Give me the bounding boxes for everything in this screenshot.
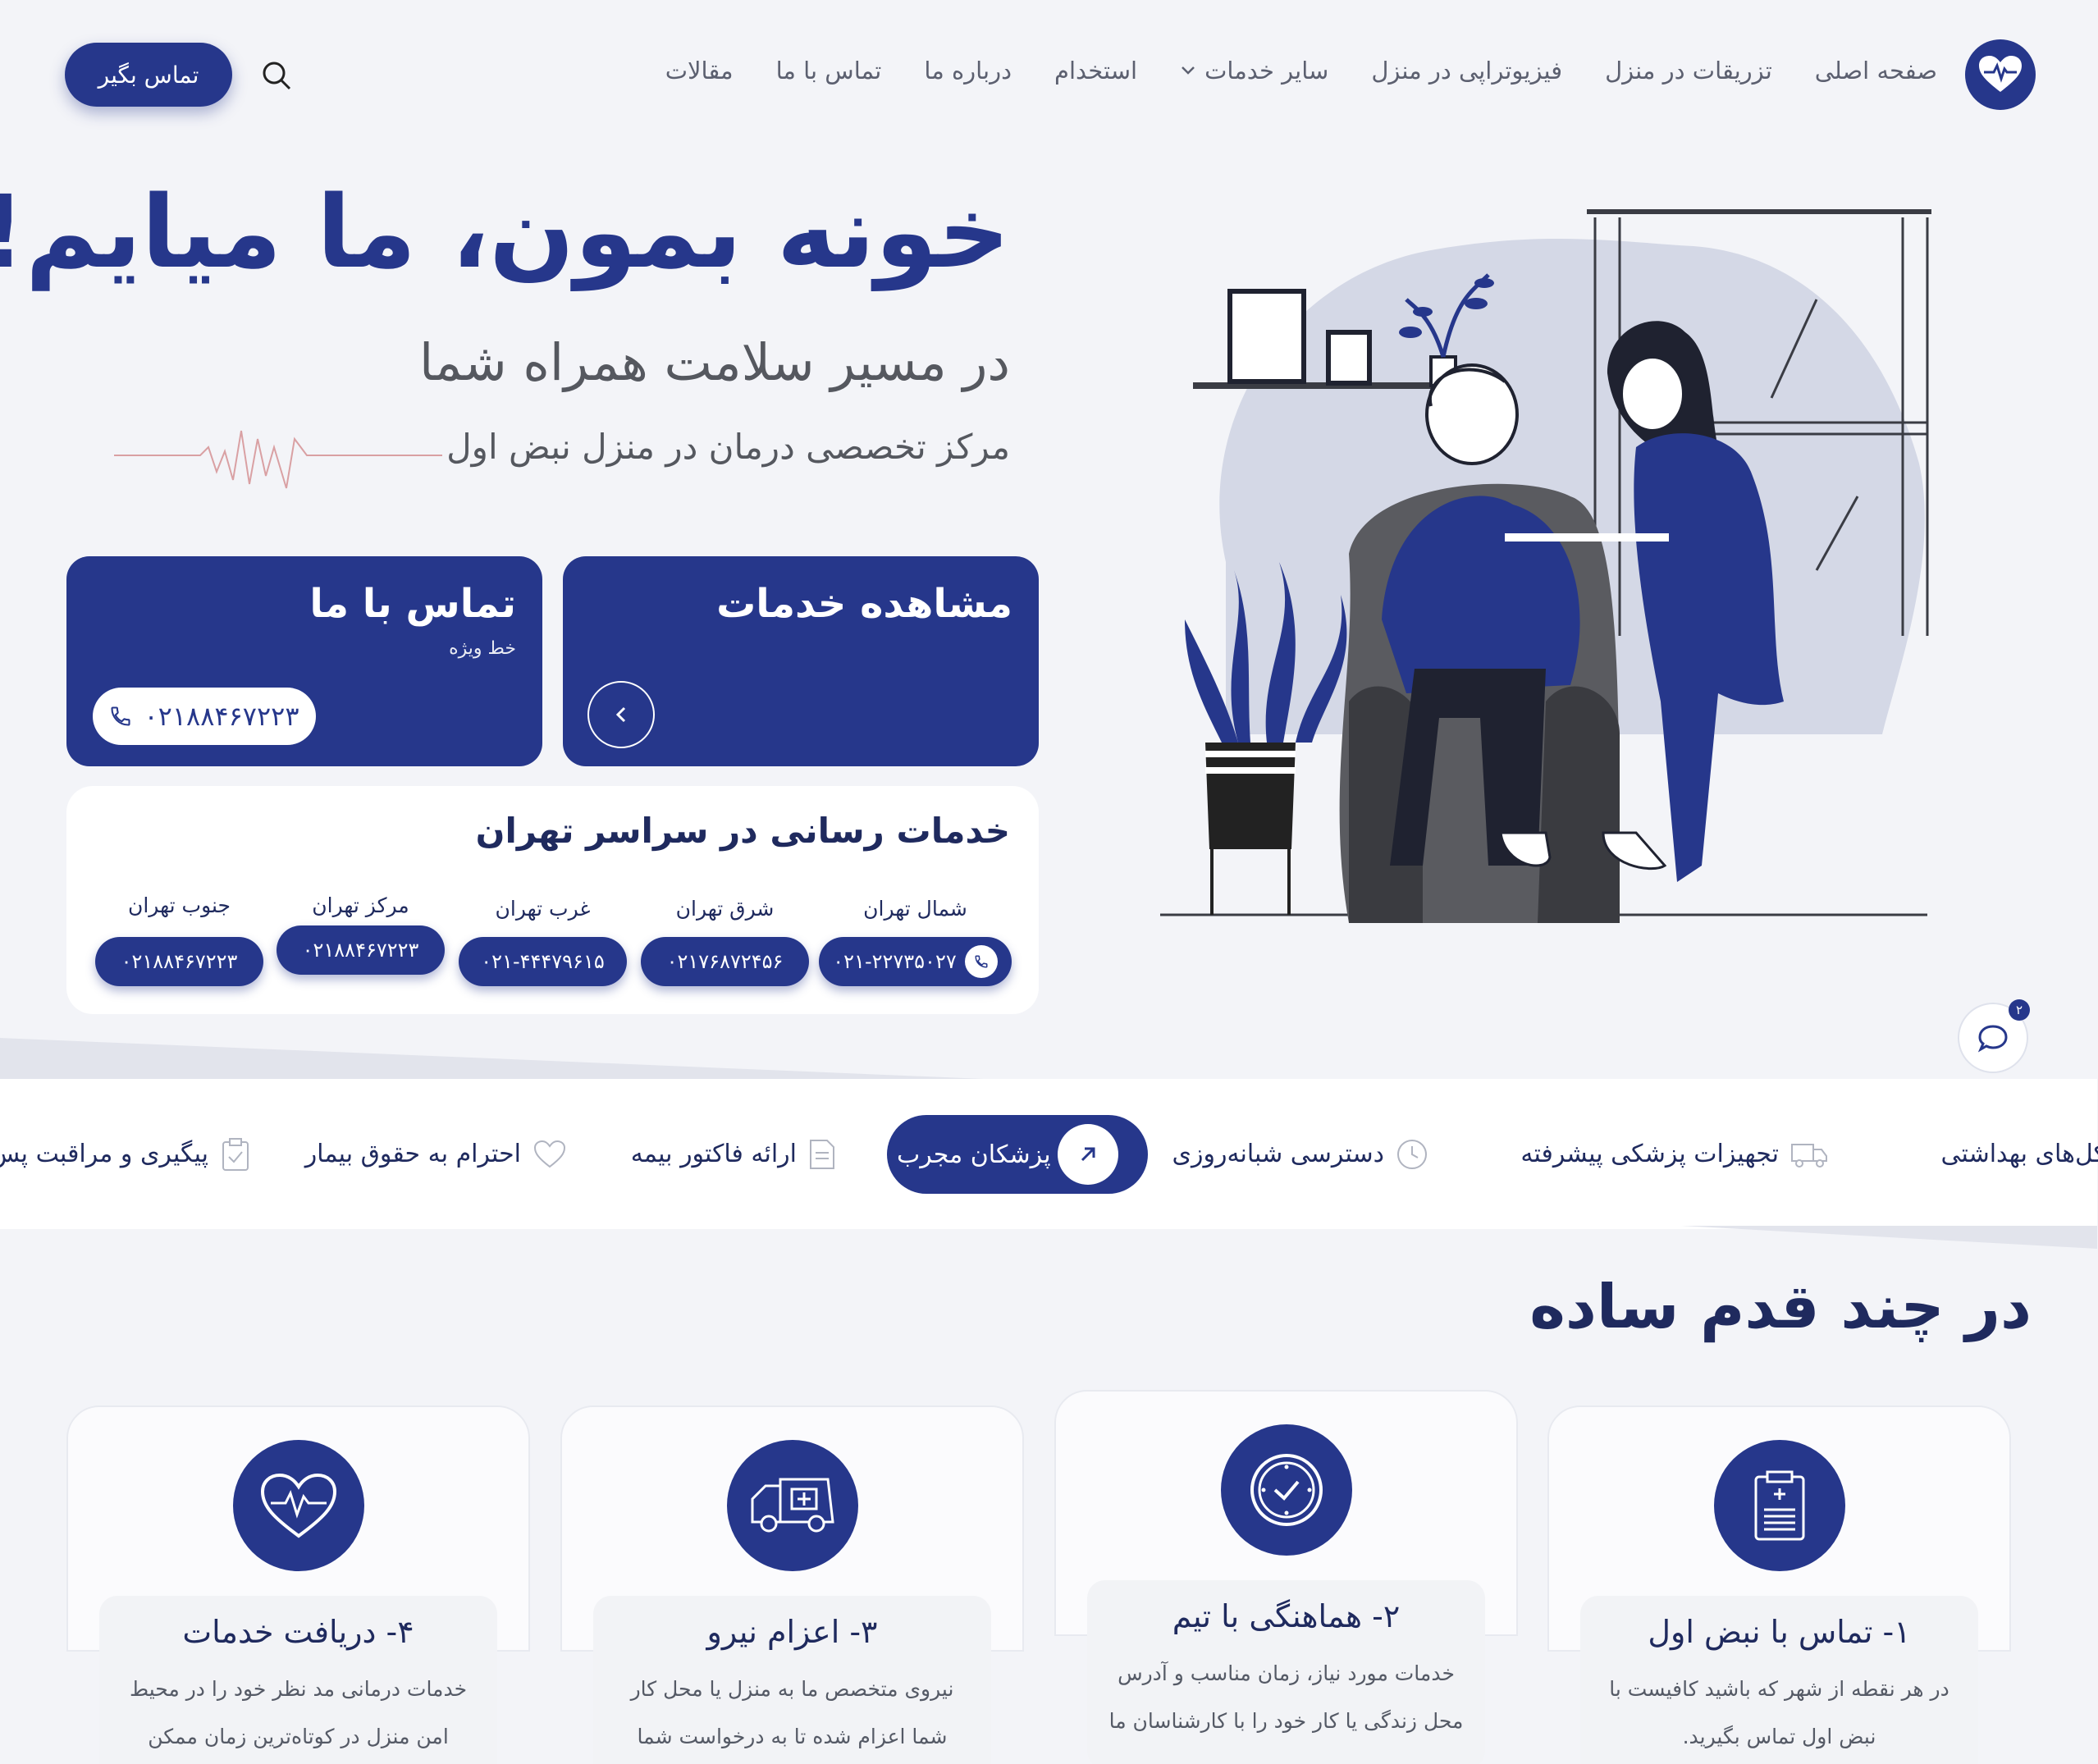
pulse-line-icon <box>115 430 443 489</box>
main-nav: صفحه اصلی تزریقات در منزل فیزیوتراپی در … <box>666 49 1938 92</box>
step-title: ۱- تماس با نبض اول <box>1648 1614 1912 1650</box>
search-icon[interactable] <box>261 59 294 92</box>
nav-home[interactable]: صفحه اصلی <box>1816 57 1938 85</box>
chat-badge: ۲ <box>2009 999 2031 1021</box>
hero-illustration <box>1161 209 1932 923</box>
nav-articles[interactable]: مقالات <box>666 57 734 85</box>
feature-label: تجهیزات پزشکی پیشرفته <box>1521 1140 1780 1168</box>
step-title: ۴- دریافت خدمات <box>183 1614 415 1650</box>
section-divider <box>0 1038 985 1079</box>
feature-label: احترام به حقوق بیمار <box>305 1140 522 1168</box>
region-north: شمال تهران ۰۲۱-۲۲۷۳۵۰۲۷ <box>820 893 1012 986</box>
contact-card-subtitle: خط ویژه <box>450 638 517 659</box>
feature-insurance[interactable]: ارائه فاکتور بیمه <box>632 1079 837 1229</box>
hero-title: خونه بمون، ما میایم! <box>0 174 1011 290</box>
feature-label: دسترسی شبانه‌روزی <box>1172 1140 1386 1168</box>
hero-tagline: مرکز تخصصی درمان در منزل نبض اول <box>447 427 1011 467</box>
region-label: غرب تهران <box>496 897 592 921</box>
nav-contact[interactable]: تماس با ما <box>777 57 883 85</box>
feature-followup[interactable]: پیگیری و مراقبت پس <box>0 1079 252 1229</box>
step-card-3: ۳- اعزام نیرو نیروی متخصص ما به منزل یا … <box>561 1405 1025 1764</box>
region-west: غرب تهران ۰۲۱-۴۴۴۷۹۶۱۵ <box>459 893 628 986</box>
phone-icon <box>965 945 999 978</box>
feature-equipment[interactable]: تجهیزات پزشکی پیشرفته <box>1521 1079 1829 1229</box>
feature-hygiene[interactable]: پروتکل‌های بهداشتی <box>1942 1079 2098 1229</box>
clipboard-check-icon <box>223 1137 249 1171</box>
region-phone-button[interactable]: ۰۲۱۸۸۴۶۷۲۲۳ <box>96 937 264 986</box>
nav-other-services[interactable]: سایر خدمات <box>1181 57 1329 85</box>
region-center: مرکز تهران ۰۲۱۸۸۴۶۷۲۲۳ <box>277 889 446 975</box>
region-label: شمال تهران <box>864 897 968 921</box>
arrow-up-right-icon <box>1058 1124 1119 1185</box>
region-south: جنوب تهران ۰۲۱۸۸۴۶۷۲۲۳ <box>96 889 264 986</box>
step-desc: خدمات مورد نیاز، زمان مناسب و آدرس محل زن… <box>1109 1661 1465 1733</box>
heart-pulse-icon <box>233 1440 365 1571</box>
contact-phone-button[interactable]: ۰۲۱۸۸۴۶۷۲۲۳ <box>94 688 317 745</box>
step-card-1: ۱- تماس با نبض اول در هر نقطه از شهر که … <box>1548 1405 2012 1764</box>
feature-doctors-active[interactable]: پزشکان مجرب <box>888 1115 1149 1194</box>
step-card-4: ۴- دریافت خدمات خدمات درمانی مد نظر خود … <box>67 1405 531 1764</box>
nav-careers[interactable]: استخدام <box>1055 57 1138 85</box>
contact-card: تماس با ما خط ویژه ۰۲۱۸۸۴۶۷۲۲۳ <box>67 556 543 766</box>
heart-outline-icon <box>534 1140 567 1168</box>
clock-icon <box>1221 1424 1353 1556</box>
region-label: جنوب تهران <box>129 893 231 917</box>
feature-label: ارائه فاکتور بیمه <box>631 1140 798 1168</box>
chevron-left-icon[interactable] <box>588 681 656 748</box>
feature-label: پیگیری و مراقبت پس <box>0 1140 209 1168</box>
ambulance-icon <box>727 1440 859 1571</box>
region-phone-button[interactable]: ۰۲۱۸۸۴۶۷۲۲۳ <box>277 925 446 975</box>
region-label: مرکز تهران <box>313 893 410 917</box>
region-phone-button[interactable]: ۰۲۱-۲۲۷۳۵۰۲۷ <box>820 937 1012 986</box>
tehran-title: خدمات رسانی در سراسر تهران <box>476 811 1011 851</box>
steps-title: در چند قدم ساده <box>1530 1272 2032 1342</box>
section-divider-right <box>1682 1226 2098 1249</box>
view-services-title: مشاهده خدمات <box>717 581 1013 627</box>
view-services-card[interactable]: مشاهده خدمات <box>564 556 1040 766</box>
step-desc: خدمات درمانی مد نظر خود را در محیط امن من… <box>130 1677 469 1748</box>
feature-24h[interactable]: دسترسی شبانه‌روزی <box>1173 1079 1430 1229</box>
feature-label: پروتکل‌های بهداشتی <box>1941 1140 2098 1168</box>
nav-physiotherapy[interactable]: فیزیوتراپی در منزل <box>1372 57 1563 85</box>
call-us-button[interactable]: تماس بگیر <box>66 43 233 107</box>
region-phone-button[interactable]: ۰۲۱-۴۴۴۷۹۶۱۵ <box>459 937 628 986</box>
clock-icon <box>1398 1139 1428 1169</box>
step-desc: در هر نقطه از شهر که باشید کافیست با نبض … <box>1610 1677 1950 1748</box>
region-east: شرق تهران ۰۲۱۷۶۸۷۲۴۵۶ <box>642 893 810 986</box>
step-card-2: ۲- هماهنگی با تیم خدمات مورد نیاز، زمان … <box>1055 1390 1519 1764</box>
region-phone-button[interactable]: ۰۲۱۷۶۸۷۲۴۵۶ <box>642 937 810 986</box>
clipboard-medical-icon <box>1714 1440 1846 1571</box>
contact-phone-number: ۰۲۱۸۸۴۶۷۲۲۳ <box>144 701 300 732</box>
truck-icon <box>1792 1143 1828 1168</box>
feature-label: پزشکان مجرب <box>898 1140 1052 1169</box>
nav-injections[interactable]: تزریقات در منزل <box>1606 57 1773 85</box>
hero-subtitle: در مسیر سلامت همراه شما <box>420 332 1011 392</box>
invoice-icon <box>811 1139 835 1169</box>
region-label: شرق تهران <box>676 897 775 921</box>
logo-heart-icon[interactable] <box>1966 39 2036 110</box>
step-title: ۲- هماهنگی با تیم <box>1172 1598 1401 1634</box>
contact-card-title: تماس با ما <box>310 581 517 627</box>
step-title: ۳- اعزام نیرو <box>707 1614 879 1650</box>
nav-other-services-label: سایر خدمات <box>1205 57 1330 85</box>
chevron-down-icon <box>1182 66 1195 75</box>
phone-icon <box>112 706 132 726</box>
step-desc: نیروی متخصص ما به منزل یا محل کار شما اعز… <box>631 1677 955 1748</box>
region-phone-number: ۰۲۱-۲۲۷۳۵۰۲۷ <box>834 950 958 973</box>
feature-patient-rights[interactable]: احترام به حقوق بیمار <box>306 1079 568 1229</box>
nav-about[interactable]: درباره ما <box>925 57 1012 85</box>
features-strip: پروتکل‌های بهداشتی تجهیزات پزشکی پیشرفته… <box>0 1079 2098 1229</box>
tehran-coverage-card: خدمات رسانی در سراسر تهران شمال تهران ۰۲… <box>67 786 1040 1014</box>
